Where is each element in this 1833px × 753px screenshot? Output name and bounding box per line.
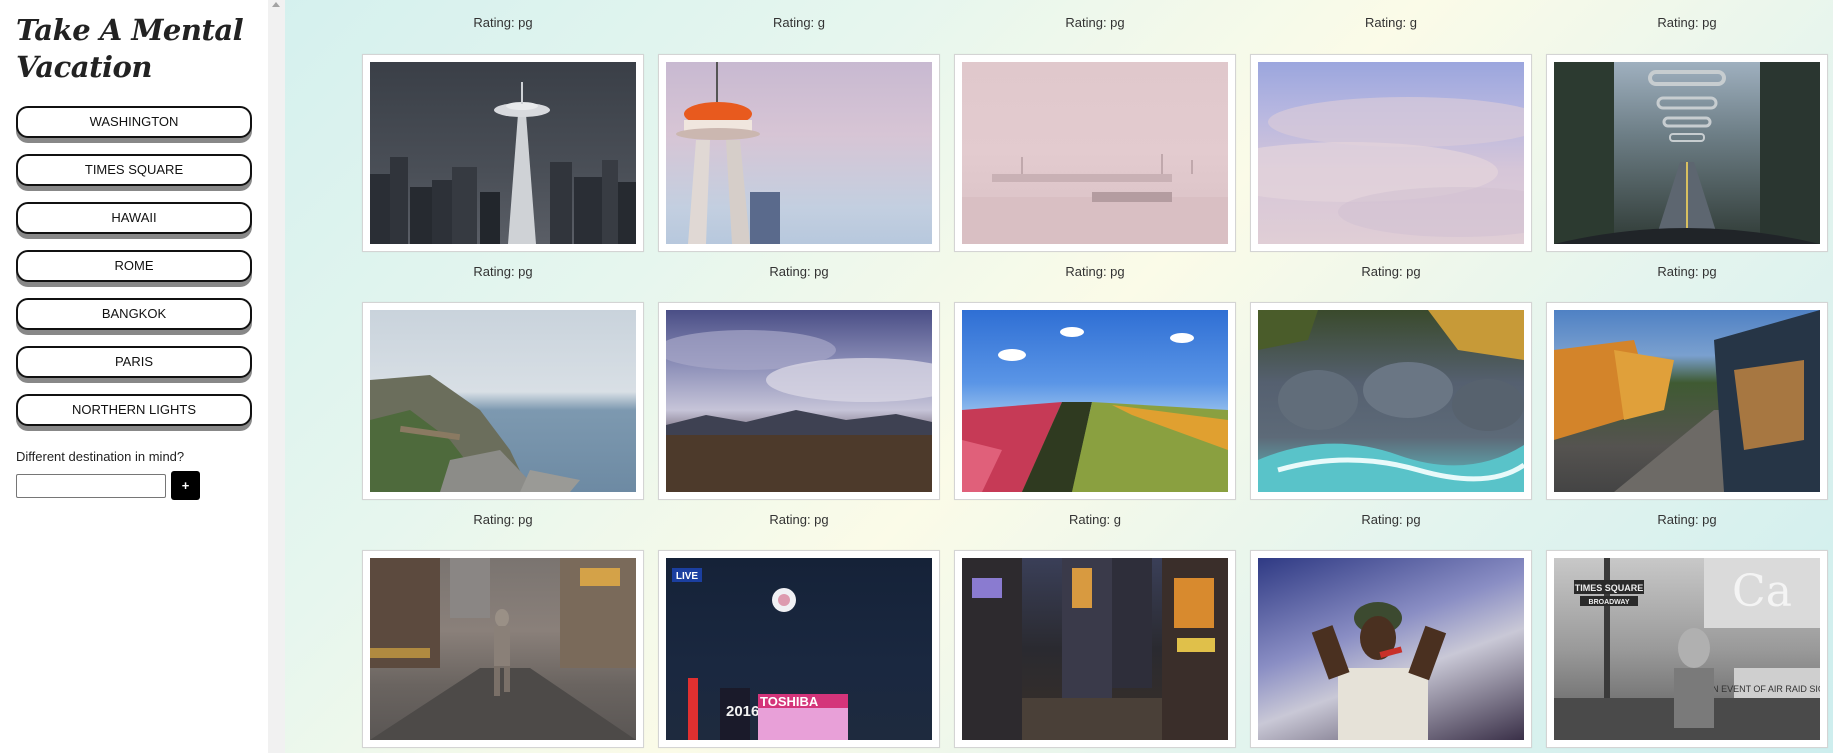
gif-image [666,62,932,244]
gif-card-space-needle-storm[interactable] [362,54,644,252]
gif-image [1554,62,1820,244]
site-title: Take A Mental Vacation [16,13,244,84]
rating-label: Rating: pg [473,15,533,30]
gif-card-autumn-road[interactable] [1546,302,1828,500]
gif-image [962,310,1228,492]
gif-card-space-needle-dusk[interactable] [658,54,940,252]
rating-label: Rating: g [772,15,826,30]
destination-list: Washington Times Square Hawaii Rome Bang… [16,106,252,426]
gif-card-bridge-drive[interactable] [1546,54,1828,252]
gif-image [962,62,1228,244]
destination-button-times-square[interactable]: Times Square [16,154,252,186]
rating-label: Rating: pg [473,512,533,527]
destination-input[interactable] [16,473,166,498]
gif-image [666,310,932,492]
scroll-up-arrow-icon[interactable] [272,2,280,7]
rating-label: Rating: pg [1657,264,1717,279]
rating-label: Rating: pg [769,264,829,279]
gif-image: Ca TIMES SQUARE BROADWAY IN EVENT OF AIR… [1554,558,1820,740]
gif-image [1258,62,1524,244]
destination-button-rome[interactable]: Rome [16,250,252,282]
gif-card-times-square-crowd[interactable] [954,550,1236,748]
rating-label: Rating: pg [1361,264,1421,279]
sidebar-scrollbar[interactable] [268,0,285,753]
times-square-sign: TIMES SQUARE [1575,583,1644,593]
destination-prompt: Different destination in mind? [16,449,185,464]
gif-image [370,310,636,492]
gif-card-foggy-harbor[interactable] [954,54,1236,252]
air-raid-sign: IN EVENT OF AIR RAID SIGNAL [1710,684,1820,694]
gif-card-times-square-vintage[interactable]: Ca TIMES SQUARE BROADWAY IN EVENT OF AIR… [1546,550,1828,748]
gif-card-new-year-ball[interactable]: LIVE 2016 TOSHIBA [658,550,940,748]
destination-button-hawaii[interactable]: Hawaii [16,202,252,234]
destination-button-northern-lights[interactable]: Northern Lights [16,394,252,426]
gif-card-times-square-street[interactable] [362,550,644,748]
rating-label: Rating: g [1364,15,1418,30]
year-sign: 2016 [726,703,759,720]
gif-card-person-reacting[interactable] [1250,550,1532,748]
gif-card-rocky-coast[interactable] [362,302,644,500]
destination-button-paris[interactable]: Paris [16,346,252,378]
rating-label: Rating: pg [473,264,533,279]
gif-card-cloudy-field[interactable] [658,302,940,500]
rating-label: Rating: pg [1361,512,1421,527]
gif-image [370,62,636,244]
gif-image: LIVE 2016 TOSHIBA [666,558,932,740]
rating-label: Rating: pg [1657,512,1717,527]
gif-image [1554,310,1820,492]
gif-image [370,558,636,740]
gif-image [1258,310,1524,492]
gif-image [962,558,1228,740]
gif-card-lavender-clouds[interactable] [1250,54,1532,252]
svg-text:Ca: Ca [1732,566,1792,617]
add-destination-button[interactable]: + [171,471,200,500]
sidebar: Take A Mental Vacation Washington Times … [0,0,268,753]
live-badge: LIVE [676,571,699,582]
toshiba-sign: TOSHIBA [760,694,819,709]
rating-label: Rating: pg [1065,15,1125,30]
gif-card-tulip-field[interactable] [954,302,1236,500]
broadway-sign: BROADWAY [1589,599,1630,606]
rating-label: Rating: pg [769,512,829,527]
gif-card-river-rocks[interactable] [1250,302,1532,500]
add-destination-form: + [16,471,252,500]
destination-button-washington[interactable]: Washington [16,106,252,138]
destination-button-bangkok[interactable]: Bangkok [16,298,252,330]
rating-label: Rating: g [1068,512,1122,527]
rating-label: Rating: pg [1065,264,1125,279]
gif-image [1258,558,1524,740]
rating-label: Rating: pg [1657,15,1717,30]
